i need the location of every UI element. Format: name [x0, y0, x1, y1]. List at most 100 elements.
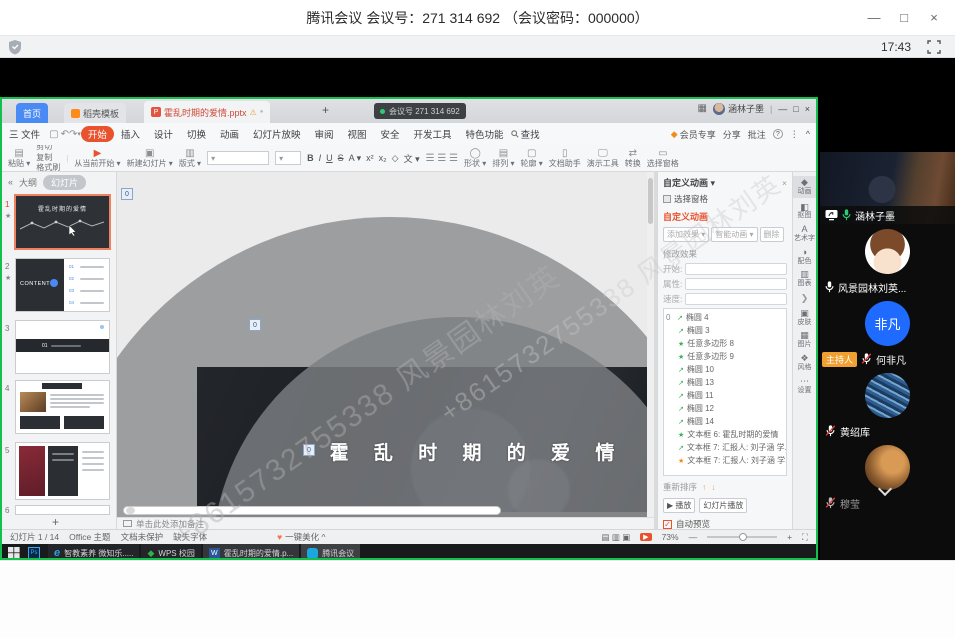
highlight-button[interactable]: ◇ [392, 153, 399, 164]
animation-item[interactable]: ★文本框 6: 霍乱时期的爱情 [664, 428, 786, 441]
sidebar-item-chart[interactable]: ▥图表 [798, 270, 812, 288]
share-doc-button[interactable]: 分享 [723, 128, 741, 141]
menu-tab-review[interactable]: 审阅 [307, 126, 340, 142]
animation-item[interactable]: ★任意多边形 9 [664, 350, 786, 363]
protect-status[interactable]: 文档未保护 [121, 531, 164, 543]
selection-pane-button[interactable]: ▭选择窗格 [647, 148, 679, 169]
checkbox-checked-icon[interactable]: ✓ [663, 520, 672, 529]
menu-tab-design[interactable]: 设计 [147, 126, 180, 142]
menu-tab-animation[interactable]: 动画 [213, 126, 246, 142]
arrange-button[interactable]: ▤排列 ▾ [492, 148, 514, 169]
slide-thumbnail-6[interactable] [16, 506, 109, 514]
missing-fonts[interactable]: 缺失字体 [173, 531, 207, 543]
view-mode-icons[interactable]: ▤ ▥ ▣ [601, 532, 630, 543]
shape-button[interactable]: ◯形状 ▾ [464, 148, 486, 169]
animation-item[interactable]: ↗椭圆 14 [664, 415, 786, 428]
windows-start-icon[interactable] [8, 547, 20, 559]
slideshow-play-button[interactable]: ▶ [640, 533, 651, 541]
animation-item[interactable]: ↗椭圆 12 [664, 402, 786, 415]
font-size-select[interactable]: ▾ [275, 151, 301, 165]
vertical-scrollbar[interactable] [647, 172, 654, 517]
save-icon[interactable]: ▢ [49, 129, 58, 140]
sidebar-item-image[interactable]: ▦图片 [798, 331, 812, 349]
animation-order-badge[interactable]: 0 [121, 188, 133, 200]
copy-button[interactable]: 复制 [36, 153, 60, 163]
zoom-out-button[interactable]: — [689, 532, 698, 542]
menu-tab-start[interactable]: 开始 [81, 126, 114, 142]
warning-icon[interactable]: ⚠ [250, 108, 257, 117]
add-effect-button[interactable]: 添加效果 ▾ [663, 227, 709, 242]
font-color-button[interactable]: A ▾ [349, 153, 362, 164]
vip-button[interactable]: ◆会员专享 [671, 128, 716, 141]
animation-item[interactable]: ↗椭圆 3 [664, 324, 786, 337]
participant-video-1[interactable]: 涵林子墨 [820, 152, 955, 224]
smart-anim-button[interactable]: 智能动画 ▾ [711, 227, 757, 242]
slide-title-text[interactable]: 霍 乱 时 期 的 爱 情 [267, 438, 654, 465]
animation-order-badge[interactable]: 0 [249, 319, 261, 331]
zoom-in-button[interactable]: + [787, 532, 792, 542]
slide-thumbnail-1[interactable]: 霍乱时期的爱情 [16, 196, 109, 248]
menu-tab-view[interactable]: 视图 [341, 126, 374, 142]
horizontal-scrollbar[interactable] [123, 506, 501, 515]
slide-canvas[interactable]: 霍 乱 时 期 的 爱 情 0 0 0 [117, 172, 654, 517]
property-select[interactable] [685, 278, 787, 290]
paste-button[interactable]: ▤粘贴 ▾ [8, 148, 30, 169]
animation-list[interactable]: 0↗椭圆 4 ↗椭圆 3 ★任意多边形 8 ★任意多边形 9 ↗椭圆 10 ↗椭… [663, 308, 787, 476]
sidebar-item-animation[interactable]: ◆动画 [793, 176, 816, 198]
notes-bar[interactable]: 单击此处添加备注 [117, 517, 654, 529]
participant-video-4[interactable]: 黄绍库 [820, 368, 955, 440]
convert-button[interactable]: ⇄转换 [625, 148, 641, 169]
wps-restore-button[interactable]: □ [793, 104, 798, 114]
play-from-current-button[interactable]: ▶从当前开始 ▾ [74, 148, 120, 169]
undo-icon[interactable]: ↶ [61, 129, 69, 140]
reorder-down-icon[interactable]: ↓ [711, 482, 715, 492]
tab-outline[interactable]: 大纲 [19, 176, 37, 189]
apps-grid-icon[interactable]: ▦ [697, 103, 706, 114]
menu-tab-transition[interactable]: 切换 [180, 126, 213, 142]
more-icon[interactable]: ⋮ [790, 129, 799, 140]
outline-button[interactable]: ▢轮廓 ▾ [521, 148, 543, 169]
panel-collapse-icon[interactable]: « [8, 177, 13, 187]
slide-thumbnail-4[interactable] [16, 381, 109, 433]
superscript-button[interactable]: x² [366, 153, 374, 163]
tab-slides[interactable]: 幻灯片 [43, 175, 86, 190]
wps-tab-home[interactable]: 首页 [16, 103, 48, 123]
layout-button[interactable]: ▥版式 ▾ [179, 148, 201, 169]
menu-tab-features[interactable]: 特色功能 [459, 126, 511, 142]
participant-video-5[interactable]: 穆莹 [820, 440, 955, 560]
slide-thumbnail-5[interactable] [16, 443, 109, 499]
speed-select[interactable] [685, 293, 787, 305]
painter-button[interactable]: 格式刷 [36, 163, 60, 172]
animation-item[interactable]: 0↗椭圆 4 [664, 311, 786, 324]
subscript-button[interactable]: x₂ [379, 153, 387, 163]
minimize-button[interactable]: — [859, 0, 889, 36]
wps-close-button[interactable]: × [805, 104, 810, 114]
sidebar-item-skin[interactable]: ▣皮肤 [798, 309, 812, 327]
animation-item[interactable]: ★文本框 7: 汇报人: 刘子涵 学... [664, 454, 786, 467]
cut-button[interactable]: 剪切 [36, 145, 60, 153]
help-icon[interactable]: ? [773, 129, 783, 139]
taskbar-wps[interactable]: ◆WPS 校园 [141, 544, 200, 560]
animation-order-badge[interactable]: 0 [303, 444, 315, 456]
collapse-ribbon-icon[interactable]: ^ [806, 129, 810, 139]
strike-button[interactable]: S [338, 153, 344, 163]
present-tools-button[interactable]: 🖵演示工具 [587, 148, 619, 169]
play-button[interactable]: ▶ 播放 [663, 498, 695, 513]
reorder-up-icon[interactable]: ↑ [702, 482, 706, 492]
selection-pane-row[interactable]: 选择窗格 [663, 193, 787, 205]
new-slide-button[interactable]: ▣新建幻灯片 ▾ [127, 148, 173, 169]
underline-button[interactable]: U [326, 153, 333, 163]
redo-icon[interactable]: ↷ [69, 129, 77, 140]
align-icons[interactable]: ☰ ☰ ☰ [426, 153, 458, 164]
sidebar-collapse-chevron[interactable]: ❯ [801, 293, 809, 304]
font-name-select[interactable]: ▾ [207, 151, 269, 165]
menu-tab-security[interactable]: 安全 [374, 126, 407, 142]
animation-item[interactable]: ↗椭圆 13 [664, 376, 786, 389]
menu-tab-devtools[interactable]: 开发工具 [407, 126, 459, 142]
wps-account[interactable]: 涵林子墨 [713, 102, 764, 115]
taskbar-document[interactable]: W霍乱时期的爱情.p... [203, 544, 299, 560]
shield-icon[interactable] [8, 39, 22, 55]
start-select[interactable] [685, 263, 787, 275]
delete-effect-button[interactable]: 删除 [760, 227, 784, 242]
doc-helper-button[interactable]: ▯文档助手 [549, 148, 581, 169]
